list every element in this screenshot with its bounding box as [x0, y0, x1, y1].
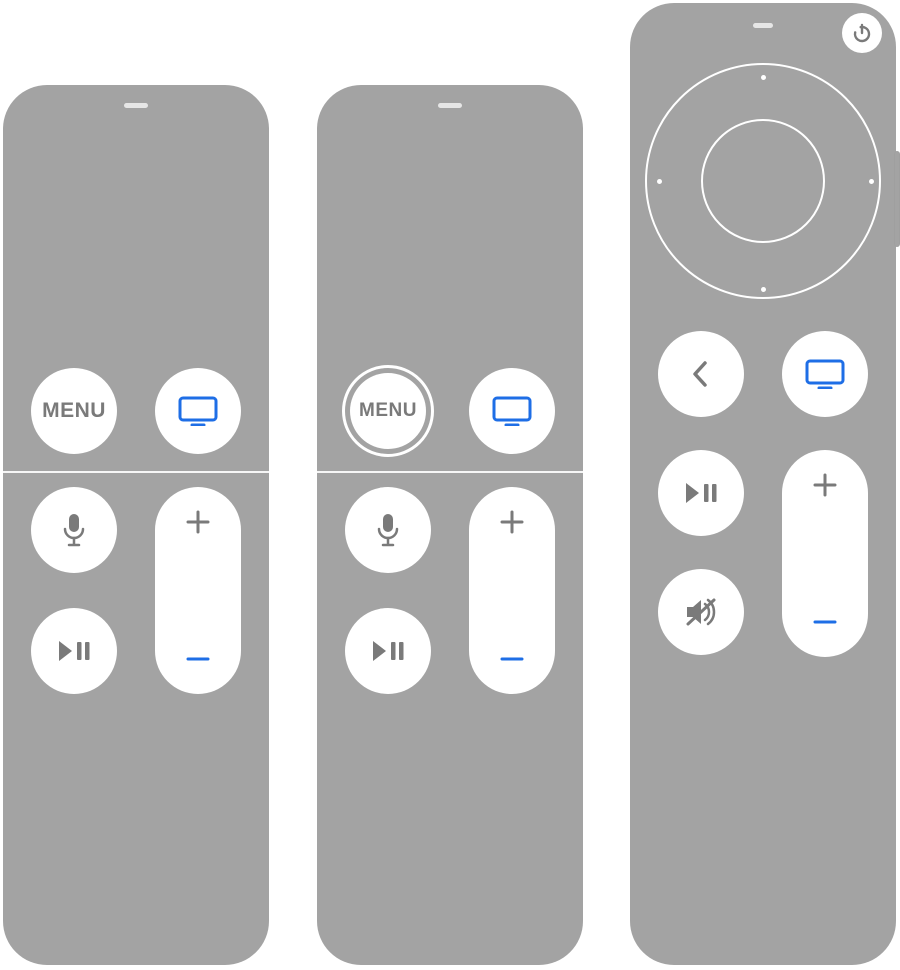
speaker-slot — [438, 103, 462, 108]
play-pause-button[interactable] — [31, 608, 117, 694]
touch-surface-divider — [3, 471, 269, 473]
siri-remote-gen2 — [630, 3, 896, 965]
tv-icon — [805, 359, 845, 389]
tv-button[interactable] — [469, 368, 555, 454]
microphone-icon — [377, 513, 399, 547]
microphone-icon — [63, 513, 85, 547]
touch-surface-divider — [317, 471, 583, 473]
tv-icon — [178, 396, 218, 426]
minus-icon — [812, 609, 838, 635]
plus-icon — [499, 509, 525, 535]
clickpad-dot-down — [761, 287, 766, 292]
tv-button[interactable] — [782, 331, 868, 417]
minus-icon — [185, 646, 211, 672]
siri-side-button[interactable] — [894, 151, 900, 247]
minus-icon — [499, 646, 525, 672]
menu-label: MENU — [42, 399, 106, 423]
menu-label: MENU — [359, 400, 417, 422]
siri-remote-gen1: MENU — [3, 85, 269, 965]
speaker-mute-icon — [684, 597, 718, 627]
tv-button[interactable] — [155, 368, 241, 454]
volume-rocker[interactable] — [155, 487, 241, 694]
speaker-slot — [124, 103, 148, 108]
menu-button[interactable]: MENU — [350, 373, 426, 449]
clickpad-center[interactable] — [701, 119, 825, 243]
siri-mic-button[interactable] — [345, 487, 431, 573]
chevron-left-icon — [691, 359, 711, 389]
volume-rocker[interactable] — [782, 450, 868, 657]
plus-icon — [185, 509, 211, 535]
tv-icon — [492, 396, 532, 426]
back-button[interactable] — [658, 331, 744, 417]
volume-rocker[interactable] — [469, 487, 555, 694]
clickpad-dot-left — [657, 179, 662, 184]
plus-icon — [812, 472, 838, 498]
apple-tv-remote-gen1-ring: MENU — [317, 85, 583, 965]
play-pause-button[interactable] — [345, 608, 431, 694]
mute-button[interactable] — [658, 569, 744, 655]
siri-mic-button[interactable] — [31, 487, 117, 573]
play-pause-icon — [371, 639, 405, 663]
speaker-slot — [753, 23, 773, 28]
play-pause-icon — [684, 481, 718, 505]
play-pause-icon — [57, 639, 91, 663]
power-button[interactable] — [842, 13, 882, 53]
clickpad-dot-up — [761, 75, 766, 80]
clickpad-ring[interactable] — [645, 63, 881, 299]
play-pause-button[interactable] — [658, 450, 744, 536]
clickpad-dot-right — [869, 179, 874, 184]
diagram-three-remotes: MENU — [0, 0, 900, 970]
power-icon — [852, 23, 872, 43]
menu-button[interactable]: MENU — [31, 368, 117, 454]
